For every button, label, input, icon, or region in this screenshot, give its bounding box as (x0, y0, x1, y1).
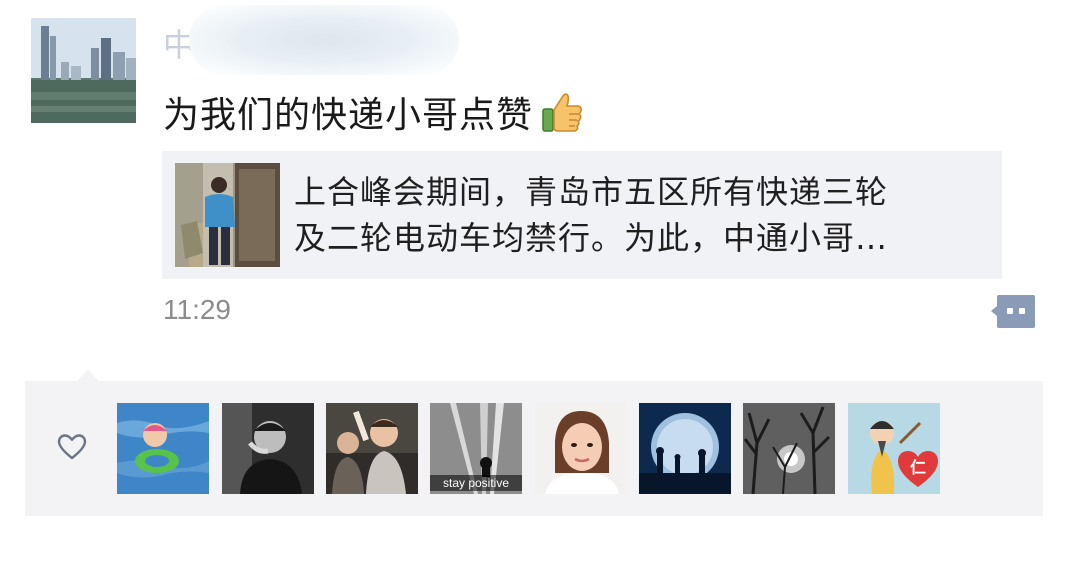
link-title: 上合峰会期间，青岛市五区所有快递三轮 及二轮电动车均禁行。为此，中通小哥… (294, 169, 994, 261)
liker-avatar-5[interactable] (535, 403, 627, 494)
shared-link-card[interactable]: 上合峰会期间，青岛市五区所有快递三轮 及二轮电动车均禁行。为此，中通小哥… (162, 151, 1002, 279)
post-text: 为我们的快递小哥点赞 (163, 84, 585, 140)
link-title-line-2: 及二轮电动车均禁行。为此，中通小哥… (294, 219, 889, 257)
thumbs-up-icon (539, 89, 585, 135)
liker-avatar-8[interactable]: 仁 (848, 403, 940, 494)
liker-avatar-2[interactable] (222, 403, 314, 494)
author-name-row[interactable]: 中 (163, 5, 460, 75)
liker-avatar-4[interactable]: stay positive (430, 403, 522, 494)
liker-avatar-8-caption: 仁 (909, 460, 926, 477)
name-blur-mask (189, 5, 460, 75)
heart-outline-icon (57, 433, 87, 461)
link-title-line-1: 上合峰会期间，青岛市五区所有快递三轮 (294, 173, 889, 211)
post-text-content: 为我们的快递小哥点赞 (163, 95, 534, 136)
liker-avatar-6[interactable] (639, 403, 731, 494)
moments-post: 中 为我们的快递小哥点赞 上合峰会期间，青岛市五区所有快递三轮 及二轮电动车均禁… (0, 0, 1070, 585)
liker-avatar-7[interactable] (743, 403, 835, 494)
author-avatar[interactable] (31, 18, 136, 123)
likes-panel-notch (77, 370, 99, 381)
comment-bubble-icon[interactable] (990, 293, 1036, 330)
post-time: 11:29 (163, 294, 231, 325)
link-thumbnail (175, 163, 280, 267)
liker-avatar-1[interactable] (117, 403, 209, 494)
liker-avatar-4-caption: stay positive (430, 475, 522, 491)
likes-panel: stay positive 仁 (25, 370, 1043, 516)
liker-avatar-3[interactable] (326, 403, 418, 494)
